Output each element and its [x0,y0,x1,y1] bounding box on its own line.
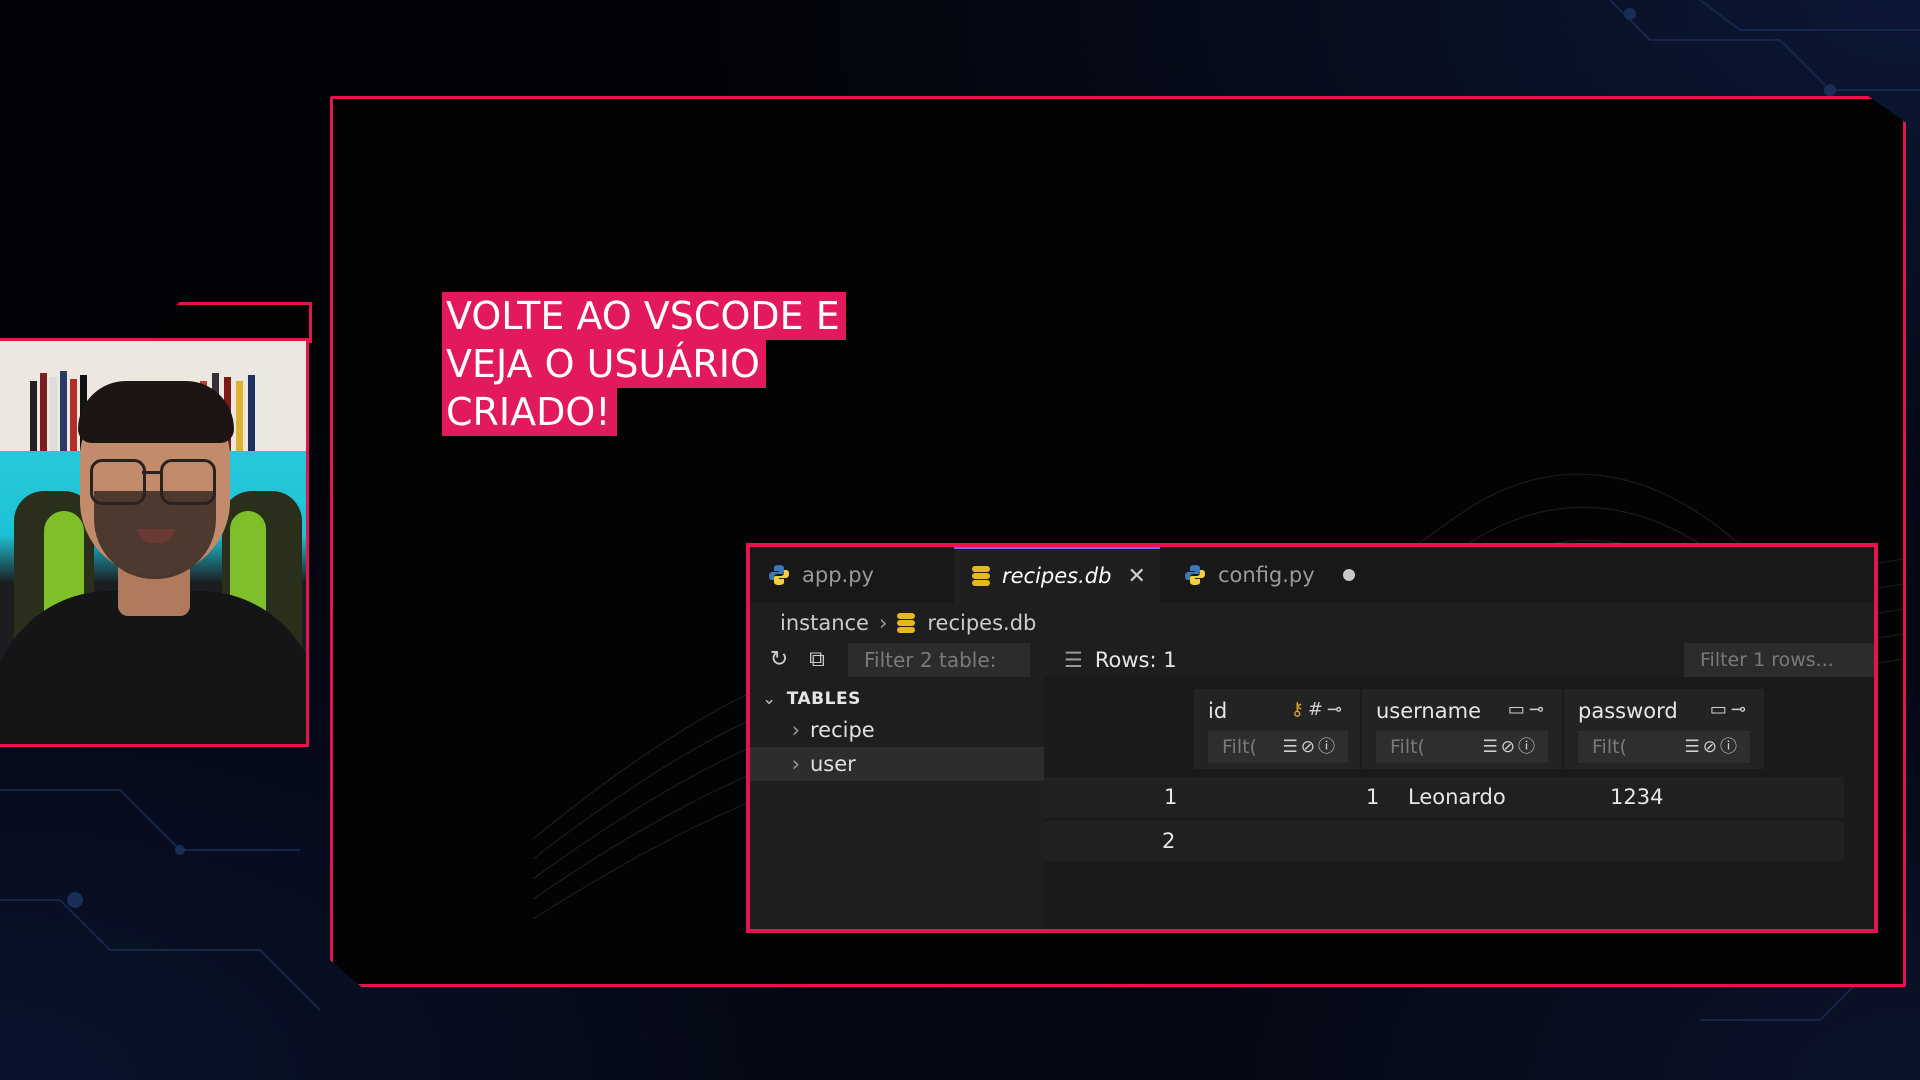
cell-password[interactable]: 1234 [1610,777,1663,817]
chevron-down-icon: ⌄ [762,689,777,709]
tab-bar: app.py recipes.db ✕ config.py [750,547,1874,603]
breadcrumb-folder[interactable]: instance [780,611,869,635]
webcam-feed [0,338,309,747]
modified-dot-icon [1342,569,1355,581]
breadcrumb-file[interactable]: recipes.db [927,611,1036,635]
grid-toolbar: ☰ Rows: 1 Filter 1 rows... [1044,643,1874,677]
tab-label: app.py [802,563,874,587]
tab-label: config.py [1218,563,1315,587]
filter-rows-input[interactable]: Filter 1 rows... [1684,643,1874,677]
pin-icon: ⊸ [1326,699,1346,720]
database-icon [897,612,916,634]
caption-line-3: CRIADO! [442,388,617,436]
tab-config-py[interactable]: config.py [1184,547,1394,603]
breadcrumb: instance › recipes.db [780,611,1036,635]
caption-line-2: VEJA O USUÁRIO [442,340,766,388]
close-icon[interactable]: ✕ [1127,564,1145,589]
refresh-icon[interactable]: ↻ [766,647,792,673]
filter-options-icon[interactable]: ☰⊘ⓘ [1283,731,1338,763]
chevron-right-icon: › [878,611,888,635]
filter-tables-input[interactable]: Filter 2 table: [848,643,1030,677]
tab-app-py[interactable]: app.py [768,547,958,603]
column-header-id[interactable]: id ⚷#⊸ Filt( ☰⊘ⓘ [1194,689,1360,769]
sidebar-toolbar: ↻ ⧉ [766,647,842,673]
cell-username[interactable]: Leonardo [1408,777,1506,817]
chevron-right-icon: › [791,752,800,776]
tab-recipes-db[interactable]: recipes.db ✕ [954,547,1160,603]
table-item-user[interactable]: › user [750,747,1044,781]
row-number: 2 [1162,829,1176,853]
overlay-caption: VOLTE AO VSCODE E VEJA O USUÁRIO CRIADO! [442,292,846,436]
pin-icon: ⊸ [1730,699,1750,720]
data-grid: ☰ Rows: 1 Filter 1 rows... id ⚷#⊸ Filt( ☰… [1044,643,1874,929]
row-number: 1 [1164,785,1178,809]
cell-id[interactable]: 1 [1366,777,1379,817]
column-filter-input[interactable]: Filt( ☰⊘ⓘ [1578,731,1750,763]
text-type-icon: ▭ [1507,699,1529,720]
pin-icon: ⊸ [1528,699,1548,720]
rows-icon: ☰ [1064,648,1083,672]
collapse-all-icon[interactable]: ⧉ [804,647,830,673]
python-icon [1185,565,1205,585]
column-header-password[interactable]: password ▭⊸ Filt( ☰⊘ⓘ [1564,689,1764,769]
glasses [90,459,146,505]
text-type-icon: ▭ [1709,699,1731,720]
tables-sidebar: ↻ ⧉ Filter 2 table: ⌄ TABLES › recipe › use… [750,643,1044,929]
filter-options-icon[interactable]: ☰⊘ⓘ [1685,731,1740,763]
key-icon: ⚷ [1290,699,1308,720]
tab-label: recipes.db [1002,564,1112,588]
column-filter-input[interactable]: Filt( ☰⊘ⓘ [1208,731,1348,763]
vscode-window: app.py recipes.db ✕ config.py instance ›… [746,543,1878,933]
python-icon [769,565,789,585]
rows-count: ☰ Rows: 1 [1064,648,1177,672]
column-header-username[interactable]: username ▭⊸ Filt( ☰⊘ⓘ [1362,689,1562,769]
table-item-recipe[interactable]: › recipe [750,713,1044,747]
database-icon [972,565,990,587]
tables-section-header[interactable]: ⌄ TABLES [762,689,861,709]
filter-options-icon[interactable]: ☰⊘ⓘ [1483,731,1538,763]
chevron-right-icon: › [791,718,800,742]
column-filter-input[interactable]: Filt( ☰⊘ⓘ [1376,731,1548,763]
number-type-icon: # [1307,699,1327,720]
caption-line-1: VOLTE AO VSCODE E [442,292,846,340]
